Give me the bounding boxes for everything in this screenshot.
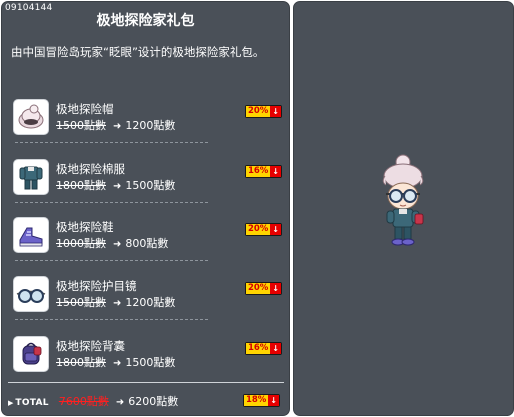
- arrow-icon: ➜: [113, 181, 122, 192]
- arrow-icon: ➜: [113, 239, 122, 250]
- down-arrow-icon: ↓: [270, 283, 281, 294]
- discount-percent: 16%: [245, 166, 271, 177]
- divider: [15, 202, 208, 203]
- divider: [15, 142, 208, 143]
- item-price: 1800點數 ➜ 1500點數: [56, 177, 175, 193]
- item-price: 1500點數 ➜ 1200點數: [56, 117, 175, 133]
- down-arrow-icon: ↓: [270, 224, 281, 235]
- padded-coat-icon: [13, 159, 49, 195]
- total-row: ▶ TOTAL 7600點數 ➜ 6200點數 18% ↓: [8, 393, 284, 409]
- total-divider: [8, 382, 284, 383]
- arrow-icon: ➜: [115, 397, 125, 408]
- item-name: 极地探险背囊: [56, 339, 125, 353]
- backpack-icon: [13, 336, 49, 372]
- list-item-goggles[interactable]: 极地探险护目镜 1500點數 ➜ 1200點數 20% ↓: [11, 266, 286, 320]
- package-description: 由中国冒险岛玩家“眨眼”设计的极地探险家礼包。: [11, 45, 265, 59]
- down-arrow-icon: ↓: [268, 395, 279, 406]
- character-preview-panel: [293, 1, 514, 416]
- item-name: 极地探险护目镜: [56, 279, 137, 293]
- list-item-coat[interactable]: 极地探险棉服 1800點數 ➜ 1500點數 16% ↓: [11, 149, 286, 203]
- original-price: 1500點數: [56, 119, 106, 132]
- item-name: 极地探险棉服: [56, 162, 125, 176]
- discount-badge: 20% ↓: [244, 223, 282, 236]
- original-price: 1800點數: [56, 356, 106, 369]
- down-arrow-icon: ↓: [270, 166, 281, 177]
- arrow-icon: ➜: [113, 121, 122, 132]
- discount-badge: 18% ↓: [242, 394, 280, 407]
- package-title: 极地探险家礼包: [96, 13, 195, 29]
- triangle-icon: ▶: [8, 399, 14, 407]
- total-sale-price: 6200點數: [128, 395, 179, 408]
- discount-badge: 20% ↓: [244, 282, 282, 295]
- item-name: 极地探险鞋: [56, 220, 114, 234]
- character-preview-avatar: [373, 152, 435, 252]
- down-arrow-icon: ↓: [270, 343, 281, 354]
- arrow-icon: ➜: [113, 298, 122, 309]
- discount-percent: 18%: [243, 395, 269, 406]
- discount-badge: 20% ↓: [244, 105, 282, 118]
- sale-price: 1500點數: [125, 179, 176, 192]
- item-name: 极地探险帽: [56, 102, 114, 116]
- discount-percent: 20%: [245, 283, 271, 294]
- fur-hat-icon: [13, 99, 49, 135]
- item-price: 1000點數 ➜ 800點數: [56, 235, 168, 251]
- sale-price: 800點數: [125, 237, 169, 250]
- discount-percent: 20%: [245, 224, 271, 235]
- original-price: 1500點數: [56, 296, 106, 309]
- list-item-backpack[interactable]: 极地探险背囊 1800點數 ➜ 1500點數 16% ↓: [11, 326, 286, 380]
- discount-badge: 16% ↓: [244, 342, 282, 355]
- sale-price: 1200點數: [125, 119, 176, 132]
- divider: [15, 260, 208, 261]
- package-info-panel: 09104144 极地探险家礼包 由中国冒险岛玩家“眨眼”设计的极地探险家礼包。…: [1, 1, 290, 416]
- total-label: TOTAL: [15, 398, 49, 408]
- goggles-icon: [13, 276, 49, 312]
- down-arrow-icon: ↓: [270, 106, 281, 117]
- total-original-price: 7600點數: [58, 395, 109, 408]
- original-price: 1800點數: [56, 179, 106, 192]
- sale-price: 1500點數: [125, 356, 176, 369]
- item-price: 1800點數 ➜ 1500點數: [56, 354, 175, 370]
- list-item-hat[interactable]: 极地探险帽 1500點數 ➜ 1200點數 20% ↓: [11, 89, 286, 143]
- item-price: 1500點數 ➜ 1200點數: [56, 294, 175, 310]
- sale-price: 1200點數: [125, 296, 176, 309]
- arrow-icon: ➜: [113, 358, 122, 369]
- original-price: 1000點數: [56, 237, 106, 250]
- discount-percent: 16%: [245, 343, 271, 354]
- snow-boots-icon: [13, 217, 49, 253]
- divider: [15, 319, 208, 320]
- discount-percent: 20%: [245, 106, 271, 117]
- list-item-shoes[interactable]: 极地探险鞋 1000點數 ➜ 800點數 20% ↓: [11, 207, 286, 261]
- discount-badge: 16% ↓: [244, 165, 282, 178]
